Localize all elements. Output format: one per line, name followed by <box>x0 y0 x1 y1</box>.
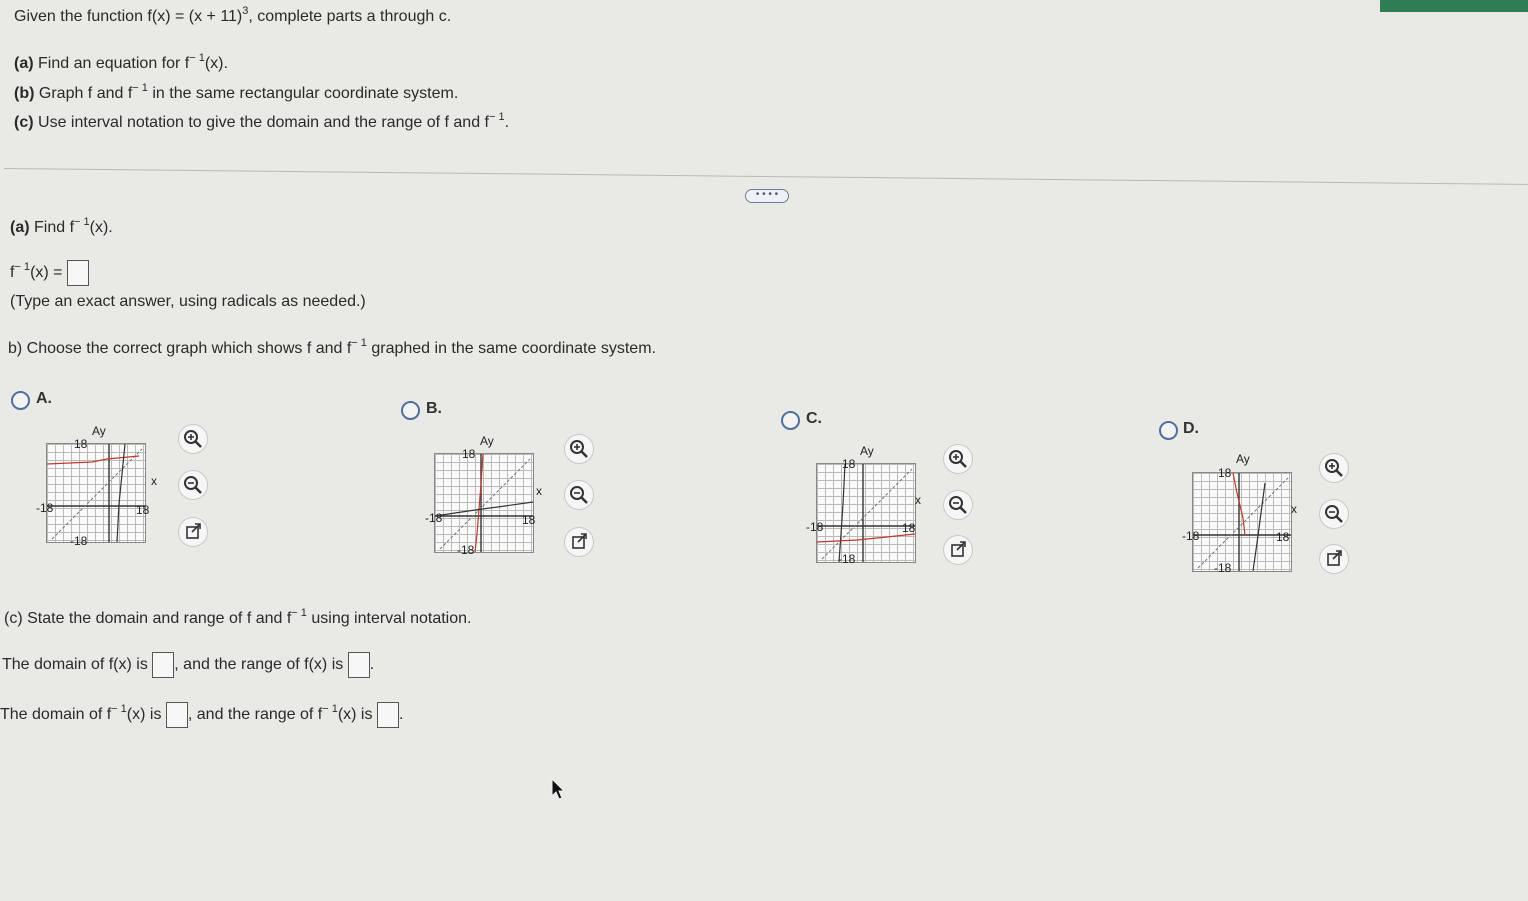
mouse-cursor-icon <box>551 778 565 800</box>
inverse-answer-row: f− 1(x) = <box>10 260 89 286</box>
option-b-zoom-in-icon[interactable] <box>564 434 594 464</box>
range-finv-input[interactable] <box>376 702 399 728</box>
option-d-y-label: Ay <box>1236 452 1250 466</box>
option-c-external-link-icon[interactable] <box>943 535 973 565</box>
option-d-graph <box>1192 472 1292 572</box>
option-b-tick-bottom: -18 <box>457 543 475 557</box>
inverse-answer-input[interactable] <box>66 260 89 286</box>
option-c-tick-bottom: -18 <box>838 552 856 566</box>
option-c-tick-top: 18 <box>842 457 856 471</box>
option-d-tick-left: -18 <box>1182 529 1200 543</box>
domain-range-f-row: The domain of f(x) is , and the range of… <box>2 652 374 678</box>
option-b-external-link-icon[interactable] <box>564 527 594 557</box>
option-a-x-label: x <box>151 474 157 488</box>
option-c-zoom-in-icon[interactable] <box>943 444 973 474</box>
domain-range-finv-row: The domain of f− 1(x) is , and the range… <box>0 702 403 728</box>
option-c-label: C. <box>806 410 822 427</box>
option-c-x-label: x <box>915 493 921 507</box>
option-c-graph-curves <box>817 464 915 562</box>
option-c-y-label: Ay <box>860 444 874 458</box>
option-d-tick-bottom: -18 <box>1214 561 1232 575</box>
option-b-graph <box>434 453 534 553</box>
header-bar <box>1380 0 1528 12</box>
option-a-zoom-in-icon[interactable] <box>178 424 208 454</box>
option-a-graph-curves <box>47 444 145 542</box>
option-c-tick-left: -18 <box>806 520 824 534</box>
option-b-graph-curves <box>435 454 533 552</box>
option-b-x-label: x <box>536 484 542 498</box>
problem-part-a: (a) Find an equation for f− 1(x). <box>14 52 228 72</box>
option-c-zoom-out-icon[interactable] <box>943 490 973 520</box>
option-a-tick-top: 18 <box>74 437 88 451</box>
option-d-external-link-icon[interactable] <box>1319 544 1349 574</box>
option-a-radio[interactable] <box>11 391 30 410</box>
range-f-input[interactable] <box>347 652 370 678</box>
option-a-zoom-out-icon[interactable] <box>178 470 208 500</box>
option-b-tick-right: 18 <box>522 513 536 527</box>
option-b-zoom-out-icon[interactable] <box>564 480 594 510</box>
option-a-y-label: Ay <box>92 424 106 438</box>
option-d-zoom-in-icon[interactable] <box>1319 453 1349 483</box>
option-d-graph-curves <box>1193 473 1291 571</box>
part-c-heading: (c) State the domain and range of f and … <box>4 607 472 627</box>
option-d-tick-right: 18 <box>1276 530 1290 544</box>
domain-finv-input[interactable] <box>165 702 188 728</box>
part-b-heading: b) Choose the correct graph which shows … <box>8 337 656 357</box>
option-d-tick-top: 18 <box>1218 466 1232 480</box>
option-a-tick-right: 18 <box>136 503 150 517</box>
option-b-tick-top: 18 <box>462 447 476 461</box>
domain-f-input[interactable] <box>152 652 175 678</box>
option-c-radio[interactable] <box>781 411 800 430</box>
option-b-tick-left: -18 <box>425 511 443 525</box>
option-d-x-label: x <box>1291 502 1297 516</box>
expand-button[interactable]: • • • • <box>745 189 789 203</box>
option-d-label: D. <box>1183 420 1199 437</box>
answer-hint: (Type an exact answer, using radicals as… <box>10 293 366 310</box>
option-d-radio[interactable] <box>1159 421 1178 440</box>
option-a-external-link-icon[interactable] <box>178 517 208 547</box>
option-a-graph <box>46 443 146 543</box>
option-a-label: A. <box>36 390 52 407</box>
section-divider <box>3 168 1528 185</box>
problem-intro: Given the function f(x) = (x + 11)3, com… <box>14 5 452 25</box>
problem-part-c: (c) Use interval notation to give the do… <box>14 111 510 131</box>
option-a-tick-left: -18 <box>36 501 54 515</box>
option-b-radio[interactable] <box>401 401 420 420</box>
option-b-label: B. <box>426 400 442 417</box>
option-a-tick-bottom: -18 <box>70 534 88 548</box>
option-c-tick-right: 18 <box>902 521 916 535</box>
option-d-zoom-out-icon[interactable] <box>1319 499 1349 529</box>
part-a-heading: (a) Find f− 1(x). <box>10 216 113 236</box>
problem-part-b: (b) Graph f and f− 1 in the same rectang… <box>14 82 459 102</box>
option-b-y-label: Ay <box>480 434 494 448</box>
option-c-graph <box>816 463 916 563</box>
